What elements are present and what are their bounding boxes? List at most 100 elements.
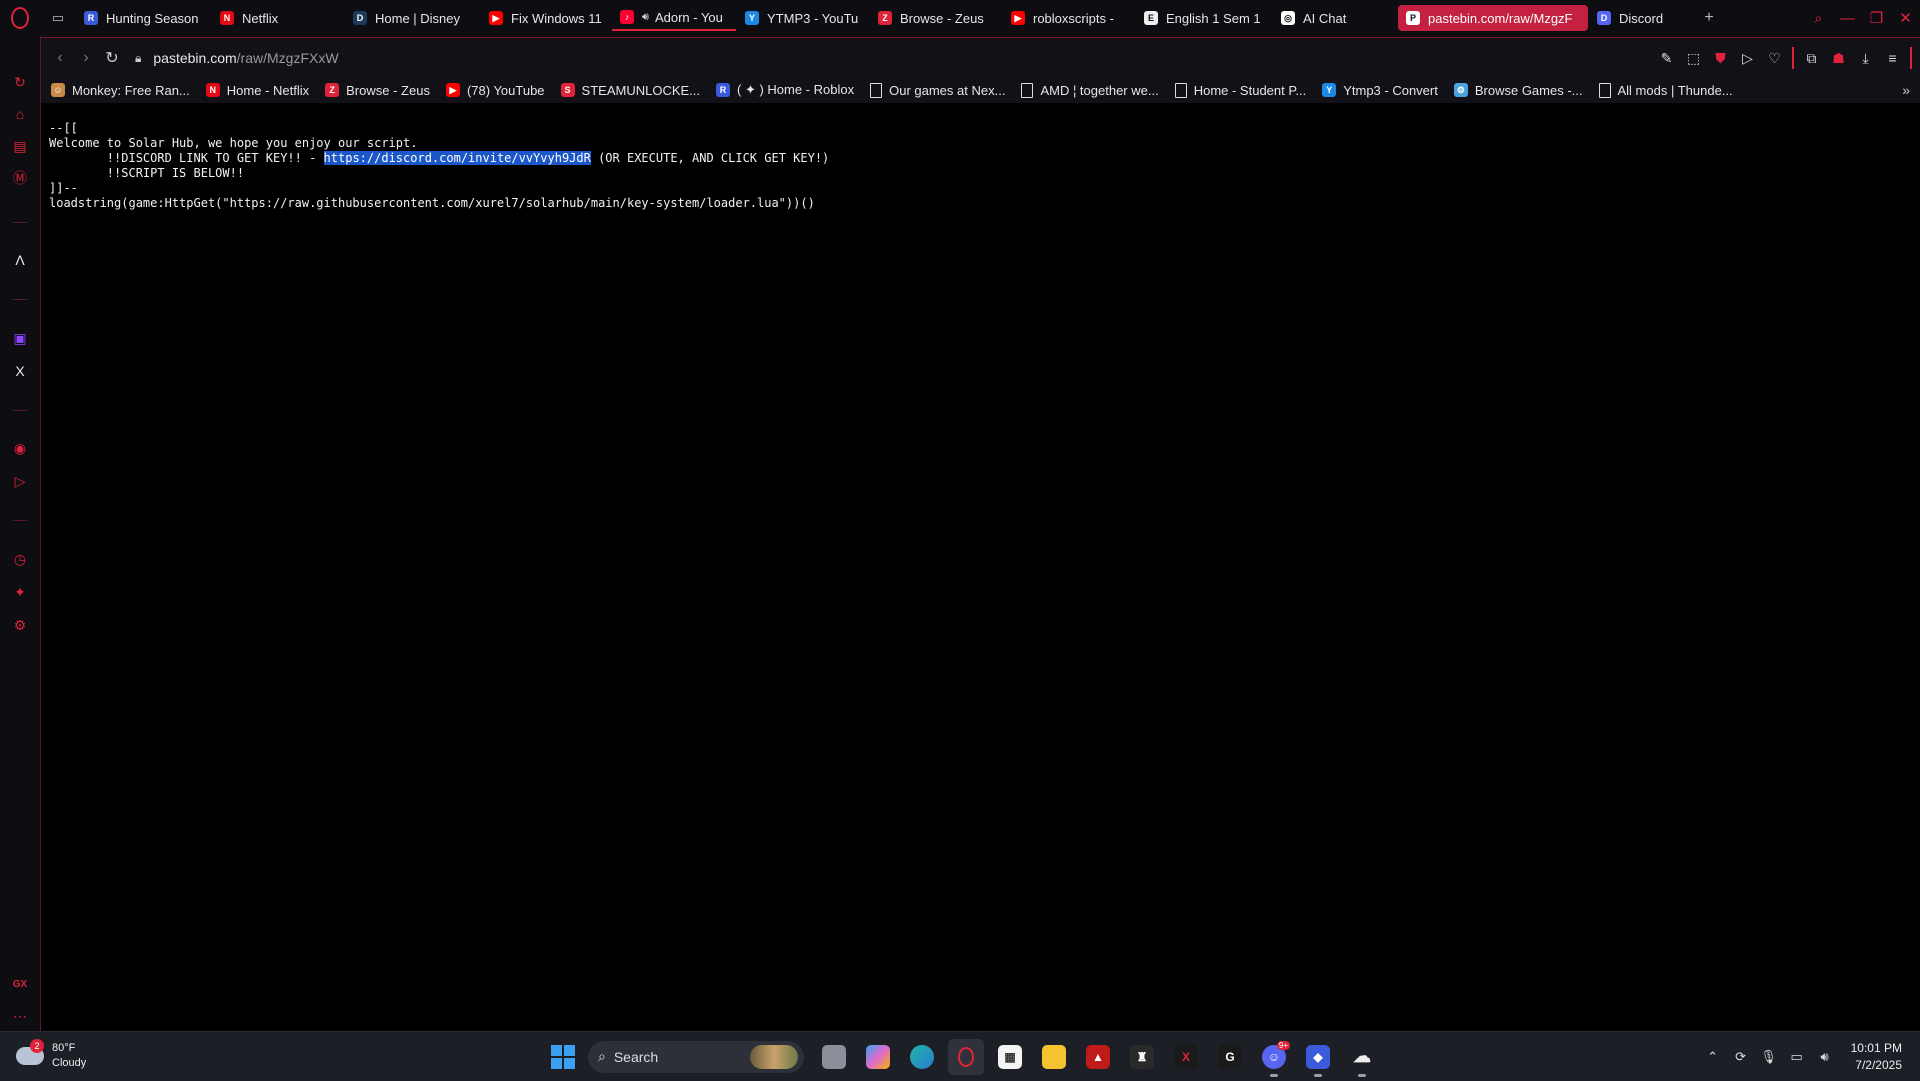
taskbar-search[interactable]: ⌕ Search	[588, 1040, 804, 1073]
search-tabs-icon[interactable]: ⌕	[1804, 0, 1833, 36]
speaker-icon[interactable]: 🔊︎	[642, 11, 649, 24]
download-icon[interactable]: ⤓	[1852, 45, 1879, 72]
microphone-icon[interactable]: 🎙︎	[1755, 1043, 1783, 1071]
start-button[interactable]	[546, 1040, 580, 1074]
aria-icon[interactable]: Λ	[10, 250, 30, 270]
x-app-icon[interactable]: X	[1168, 1039, 1204, 1075]
profile-icon[interactable]: ☗	[1825, 45, 1852, 72]
opera-menu-button[interactable]	[0, 0, 40, 36]
tab-label: Adorn - You	[654, 9, 723, 25]
bookmark-item[interactable]: Z Browse - Zeus	[325, 83, 430, 98]
ytmp3-icon: Y	[745, 11, 759, 25]
bookmark-item[interactable]: N Home - Netflix	[205, 82, 310, 98]
mail-icon[interactable]: Ⓜ	[10, 168, 30, 188]
tab-7[interactable]: ▶ robloxscripts -	[1003, 5, 1135, 31]
toolbar-divider	[1910, 47, 1912, 69]
easy-setup-icon[interactable]: ≡	[1879, 45, 1906, 72]
bookmark-item[interactable]: AMD ¦ together we...	[1021, 82, 1159, 98]
roblox-taskbar-icon[interactable]: ◆	[1300, 1039, 1336, 1077]
tab-label: Browse - Zeus	[900, 10, 984, 26]
copilot-icon[interactable]	[860, 1039, 896, 1075]
bookmark-item[interactable]: All mods | Thunde...	[1598, 82, 1733, 98]
ufo-app-icon[interactable]: ☁	[1344, 1039, 1380, 1077]
task-view-icon[interactable]	[816, 1039, 852, 1075]
tab-6[interactable]: Z Browse - Zeus	[870, 5, 1002, 31]
g-hub-icon[interactable]: G	[1212, 1039, 1248, 1075]
forward-button[interactable]: ›	[73, 45, 99, 71]
discord-taskbar-icon[interactable]: ☺ 9+	[1256, 1039, 1292, 1077]
vpn-shield-icon[interactable]: ⛊	[1707, 45, 1734, 72]
tab-4[interactable]: ♪ 🔊︎ Adorn - You	[612, 5, 736, 31]
tab-10[interactable]: Ppastebin.com/raw/MzgzF	[1398, 5, 1588, 31]
bookmark-item[interactable]: Home - Student P...	[1174, 82, 1306, 98]
bookmark-item[interactable]: ☺ Monkey: Free Ran...	[51, 83, 190, 98]
tab-8[interactable]: E English 1 Sem 1	[1136, 5, 1272, 31]
url-field[interactable]: 🔒︎ pastebin.com/raw/MzgzFXxW	[135, 50, 339, 66]
cloud-icon: 2	[16, 1039, 44, 1065]
tab-11[interactable]: D Discord	[1589, 5, 1684, 31]
reload-button[interactable]: ↻	[99, 45, 125, 71]
clock[interactable]: 10:01 PM 7/2/2025	[1851, 1040, 1902, 1074]
heart-icon[interactable]: ♡	[1761, 45, 1788, 72]
zeus-icon: Z	[878, 11, 892, 25]
tab-3[interactable]: ▶ Fix Windows 11	[481, 5, 611, 31]
tab-9[interactable]: ◎ AI Chat	[1273, 5, 1397, 31]
restore-button[interactable]: ❐	[1862, 0, 1891, 36]
tab-1[interactable]: N Netflix	[212, 5, 344, 31]
bookmark-item[interactable]: Our games at Nex...	[870, 82, 1006, 98]
back-button[interactable]: ‹	[47, 45, 73, 71]
gx-control-label[interactable]: GX	[10, 974, 30, 994]
bookmark-item[interactable]: ⚙ Browse Games -...	[1453, 83, 1583, 98]
new-tab-button[interactable]: +	[1695, 6, 1723, 30]
document-icon: E	[1144, 11, 1158, 25]
settings-icon[interactable]: ⚙	[10, 615, 30, 635]
microsoft-store-icon[interactable]: ▦	[992, 1039, 1028, 1075]
bookmark-item[interactable]: ▶ (78) YouTube	[445, 83, 545, 98]
bookmark-item[interactable]: S STEAMUNLOCKE...	[560, 83, 700, 98]
bookmark-label: Our games at Nex...	[889, 82, 1006, 98]
minimize-button[interactable]: —	[1833, 0, 1862, 36]
send-icon[interactable]: ▷	[10, 471, 30, 491]
bookmarks-overflow-icon[interactable]: »	[1902, 77, 1910, 103]
snapshot-icon[interactable]: ⬚	[1680, 45, 1707, 72]
bookmark-item[interactable]: R ( ✦ ) Home - Roblox	[716, 82, 854, 98]
volume-icon[interactable]: 🔊︎	[1811, 1043, 1839, 1071]
game-launcher-icon[interactable]: ♜	[1124, 1039, 1160, 1075]
player-icon[interactable]: ◉	[10, 438, 30, 458]
youtube-icon: ▶	[489, 11, 503, 25]
file-explorer-icon[interactable]	[1036, 1039, 1072, 1075]
extensions-icon[interactable]: ✦	[10, 582, 30, 602]
show-hidden-icons-chevron-icon[interactable]: ⌃	[1699, 1043, 1727, 1071]
tab-label: Discord	[1619, 10, 1664, 26]
workspaces-icon[interactable]: ▭	[40, 0, 76, 36]
extensions-puzzle-icon[interactable]: ⧉	[1798, 45, 1825, 72]
speed-dial-icon[interactable]: ↻	[10, 72, 30, 92]
tab-5[interactable]: Y YTMP3 - YouTu	[737, 5, 869, 31]
news-icon[interactable]: ▤	[10, 136, 30, 156]
tab-2[interactable]: D Home | Disney	[345, 5, 480, 31]
tab-label: Netflix	[242, 10, 279, 26]
play-icon[interactable]: ▷	[1734, 45, 1761, 72]
twitch-icon[interactable]: ▣	[10, 328, 30, 348]
steamunlocked-icon: S	[560, 83, 575, 97]
network-icon[interactable]: ▭	[1783, 1043, 1811, 1071]
sidebar: ↻ ⌂ ▤ Ⓜ Λ ▣ X ◉ ▷ ◷ ✦ ⚙ GX ⋯	[0, 36, 41, 1031]
history-icon[interactable]: ◷	[10, 549, 30, 569]
weather-widget[interactable]: 2 80°F Cloudy	[16, 1039, 86, 1071]
tab-0[interactable]: R Hunting Season	[76, 5, 211, 31]
x-twitter-icon[interactable]: X	[10, 361, 30, 381]
bookmark-item[interactable]: Y Ytmp3 - Convert	[1322, 83, 1438, 98]
red-game-icon[interactable]: ▲	[1080, 1039, 1116, 1075]
close-window-button[interactable]: ✕	[1891, 0, 1920, 36]
more-icon[interactable]: ⋯	[10, 1006, 30, 1026]
bookmark-label: Home - Netflix	[226, 82, 310, 98]
discord-link-selected[interactable]: https://discord.com/invite/vvYvyh9JdR	[323, 151, 591, 165]
sync-icon[interactable]: ⟳	[1727, 1043, 1755, 1071]
pin-icon[interactable]: ✎	[1653, 45, 1680, 72]
edge-icon[interactable]	[904, 1039, 940, 1075]
clock-time: 10:01 PM	[1850, 1040, 1902, 1055]
bookmark-label: AMD ¦ together we...	[1040, 82, 1159, 98]
opera-gx-taskbar-icon[interactable]	[948, 1038, 984, 1075]
lock-icon[interactable]: 🔒︎	[135, 51, 141, 66]
gx-corner-icon[interactable]: ⌂	[10, 104, 30, 124]
